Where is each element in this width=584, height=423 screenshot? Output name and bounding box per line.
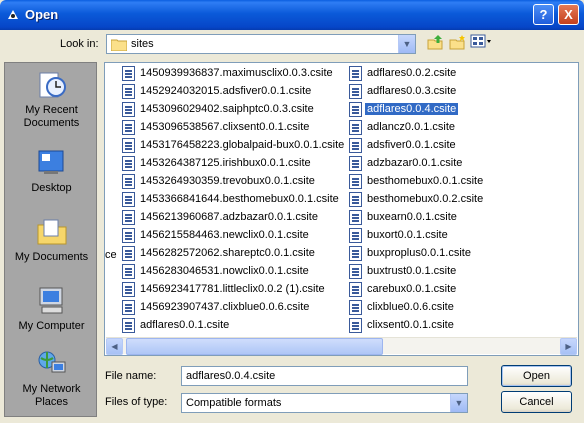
file-name-label: File name: bbox=[105, 370, 157, 382]
place-my-computer[interactable]: My Computer bbox=[5, 285, 98, 333]
open-dialog: Open ? X Look in: sites ▼ My Recent Docu… bbox=[0, 0, 584, 423]
scroll-left-icon[interactable]: ◀ bbox=[106, 338, 123, 355]
computer-icon bbox=[39, 287, 62, 314]
cancel-button[interactable]: Cancel bbox=[501, 391, 572, 413]
file-list[interactable]: 1450939936837.maximusclix0.0.3.csite 145… bbox=[104, 62, 579, 356]
look-in-value: sites bbox=[131, 38, 154, 50]
csite-file-icon bbox=[122, 300, 135, 315]
window-title: Open bbox=[25, 7, 59, 22]
place-desktop[interactable]: Desktop bbox=[5, 147, 98, 195]
folder-icon bbox=[111, 39, 127, 51]
csite-file-icon bbox=[122, 156, 135, 171]
place-my-documents[interactable]: My Documents bbox=[5, 216, 98, 264]
chevron-down-icon[interactable]: ▼ bbox=[450, 394, 467, 412]
csite-file-icon bbox=[122, 282, 135, 297]
place-my-network-places[interactable]: My Network Places bbox=[5, 348, 98, 409]
csite-file-icon bbox=[122, 228, 135, 243]
csite-file-icon bbox=[349, 120, 362, 135]
clipped-filename-fragment: ce bbox=[105, 249, 117, 261]
csite-file-icon bbox=[122, 174, 135, 189]
csite-file-icon bbox=[349, 282, 362, 297]
place-label: My Computer bbox=[18, 320, 85, 332]
csite-file-icon bbox=[349, 264, 362, 279]
csite-file-icon bbox=[349, 210, 362, 225]
places-bar: My Recent Documents Desktop My Documents… bbox=[4, 62, 97, 417]
csite-file-icon bbox=[122, 102, 135, 117]
clock-document-icon bbox=[39, 72, 66, 98]
look-in-label: Look in: bbox=[60, 38, 99, 50]
csite-file-icon bbox=[122, 318, 135, 333]
csite-file-icon bbox=[122, 120, 135, 135]
csite-file-icon bbox=[349, 246, 362, 261]
csite-file-icon bbox=[122, 84, 135, 99]
close-button[interactable]: X bbox=[558, 4, 579, 25]
new-folder-icon[interactable] bbox=[447, 34, 469, 54]
csite-file-icon bbox=[122, 138, 135, 153]
place-label: My Network Places bbox=[22, 383, 81, 408]
place-label: My Documents bbox=[14, 251, 89, 263]
csite-file-icon bbox=[349, 102, 362, 117]
up-folder-icon[interactable] bbox=[425, 34, 447, 54]
csite-file-icon bbox=[349, 174, 362, 189]
csite-file-icon bbox=[349, 156, 362, 171]
help-button[interactable]: ? bbox=[533, 4, 554, 25]
scrollbar-thumb[interactable] bbox=[126, 338, 383, 355]
title-bar[interactable]: Open ? X bbox=[0, 0, 584, 30]
network-icon bbox=[38, 351, 65, 373]
csite-file-icon bbox=[122, 192, 135, 207]
file-type-value: Compatible formats bbox=[186, 397, 282, 409]
look-in-dropdown[interactable]: sites ▼ bbox=[106, 34, 416, 54]
csite-file-icon bbox=[122, 66, 135, 81]
view-menu-icon[interactable] bbox=[469, 34, 493, 54]
place-label: Desktop bbox=[31, 182, 72, 194]
csite-file-icon bbox=[349, 138, 362, 153]
file-type-label: Files of type: bbox=[105, 396, 168, 408]
place-label: My Recent Documents bbox=[23, 104, 80, 129]
place-my-recent-documents[interactable]: My Recent Documents bbox=[5, 69, 98, 130]
csite-file-icon bbox=[349, 84, 362, 99]
scroll-right-icon[interactable]: ▶ bbox=[560, 338, 577, 355]
folder-documents-icon bbox=[37, 219, 66, 245]
csite-file-icon bbox=[122, 264, 135, 279]
csite-file-icon bbox=[349, 192, 362, 207]
file-type-dropdown[interactable]: Compatible formats ▼ bbox=[181, 393, 468, 413]
horizontal-scrollbar[interactable]: ◀ ▶ bbox=[106, 337, 577, 355]
app-icon bbox=[8, 10, 18, 19]
csite-file-icon bbox=[349, 228, 362, 243]
desktop-icon bbox=[38, 150, 63, 174]
open-button[interactable]: Open bbox=[501, 365, 572, 387]
file-name-value: adflares0.0.4.csite bbox=[186, 370, 276, 382]
file-name-input[interactable]: adflares0.0.4.csite bbox=[181, 366, 468, 386]
csite-file-icon bbox=[349, 318, 362, 333]
chevron-down-icon[interactable]: ▼ bbox=[398, 35, 415, 53]
csite-file-icon bbox=[122, 210, 135, 225]
csite-file-icon bbox=[349, 300, 362, 315]
csite-file-icon bbox=[349, 66, 362, 81]
csite-file-icon bbox=[122, 246, 135, 261]
